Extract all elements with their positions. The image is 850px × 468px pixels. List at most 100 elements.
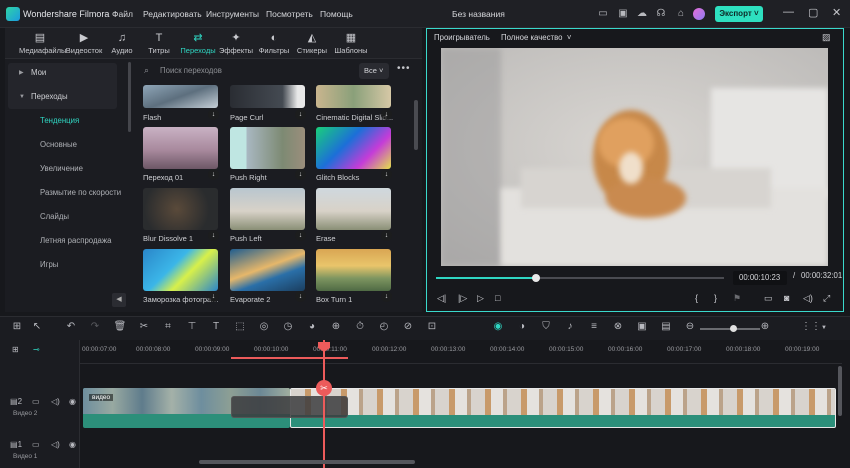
folder-icon[interactable]: ▭ (32, 397, 40, 406)
add-track-icon[interactable]: ⊞ (12, 345, 19, 354)
delete-icon[interactable]: 🗑 (113, 321, 127, 332)
volume-icon[interactable]: ◁) (803, 293, 813, 304)
transition-item[interactable]: ↓ Glitch Blocks (316, 127, 394, 182)
cloud-icon[interactable]: ☁ (636, 8, 648, 20)
mark-out-icon[interactable]: } (714, 293, 717, 303)
layout-icon[interactable]: ⊞ (10, 321, 24, 332)
zoom-in-icon[interactable]: ⊕ (758, 321, 772, 332)
tab-transitions[interactable]: ⇄ Переходы (177, 32, 219, 55)
eye-icon[interactable]: ◉ (69, 397, 76, 406)
snapshot-icon[interactable]: ▨ (822, 32, 831, 43)
maximize-icon[interactable]: ▢ (808, 6, 818, 19)
text-icon[interactable]: ⊤ (185, 321, 199, 332)
split-icon[interactable]: ✂ (316, 380, 332, 396)
transition-item[interactable]: ↓ Переход 01 (143, 127, 221, 182)
play-frame-icon[interactable]: |▷ (458, 293, 467, 304)
tab-media[interactable]: ▤ Медиафайлы (19, 32, 66, 55)
tab-titles[interactable]: T Титры (138, 32, 180, 55)
collapse-panel-button[interactable]: ◀ (112, 293, 126, 307)
current-time[interactable]: 00:00:10:23 (733, 271, 787, 285)
tab-filters[interactable]: ◐ Фильтры (253, 32, 295, 55)
transition-clip[interactable] (231, 396, 348, 418)
undo-icon[interactable]: ↶ (64, 321, 78, 332)
transition-item[interactable]: ↓ Flash (143, 85, 221, 122)
transitions-scrollbar[interactable] (414, 100, 418, 150)
minimize-icon[interactable]: — (783, 6, 794, 18)
link-icon[interactable]: ⊸ (33, 345, 40, 354)
play-icon[interactable]: ▷ (477, 293, 484, 304)
close-icon[interactable]: ✕ (832, 6, 841, 19)
color-icon[interactable]: ◕ (305, 321, 319, 332)
more-options-icon[interactable]: ••• (397, 63, 411, 74)
gift-icon[interactable]: ⌂ (675, 8, 687, 20)
audio-stretch-icon[interactable]: ⊕ (329, 321, 343, 332)
stabilize-icon[interactable]: ⊡ (425, 321, 439, 332)
redo-icon[interactable]: ↷ (88, 321, 102, 332)
transition-item[interactable]: ↓ Blur Dissolve 1 (143, 188, 221, 243)
filter-dropdown[interactable]: Все ˅ (359, 63, 389, 79)
picture-icon[interactable]: ▣ (635, 321, 649, 332)
timeline-vscrollbar[interactable] (838, 366, 842, 416)
avatar[interactable] (693, 8, 705, 20)
menu-file[interactable]: Файл (112, 9, 133, 19)
select-icon[interactable]: ↖ (30, 321, 44, 332)
motion-icon[interactable]: ⊘ (401, 321, 415, 332)
export-button[interactable]: Экспорт ˅ (715, 6, 763, 22)
mark-in-icon[interactable]: { (695, 293, 698, 303)
category-games[interactable]: Игры (8, 255, 128, 275)
transition-item[interactable]: ↓ Push Right (230, 127, 308, 182)
shield-icon[interactable]: ⛉ (539, 321, 553, 332)
progress-knob[interactable] (531, 274, 540, 282)
eye-icon[interactable]: ◉ (69, 440, 76, 449)
subtitle-icon[interactable]: ▤ (659, 321, 673, 332)
category-zoom[interactable]: Увеличение (8, 159, 128, 179)
mute-icon[interactable]: ◁) (51, 440, 60, 449)
headset-icon[interactable]: ☊ (655, 8, 667, 20)
marker-icon[interactable]: ⚑ (733, 293, 741, 304)
tab-stickers[interactable]: ◭ Стикеры (291, 32, 333, 55)
tab-effects[interactable]: ✦ Эффекты (215, 32, 257, 55)
category-trending[interactable]: Тенденция (8, 111, 128, 131)
folder-icon[interactable]: ▭ (32, 440, 40, 449)
timeline-hscrollbar[interactable] (199, 460, 415, 464)
transition-item[interactable]: ↓ Evaporate 2 (230, 249, 308, 304)
transition-item[interactable]: ↓ Page Curl (230, 85, 308, 122)
menu-tools[interactable]: Инструменты (206, 9, 259, 19)
transition-item[interactable]: ↓ Box Turn 1 (316, 249, 394, 304)
category-transitions[interactable]: ▼ Переходы (8, 87, 128, 107)
mask-icon[interactable]: ◎ (257, 321, 271, 332)
duration-icon[interactable]: ◴ (377, 321, 391, 332)
category-speed-blur[interactable]: Размытие по скорости (8, 183, 128, 203)
category-slides[interactable]: Слайды (8, 207, 128, 227)
scissors-icon[interactable]: ✂ (137, 321, 151, 332)
menu-help[interactable]: Помощь (320, 9, 353, 19)
mic-icon[interactable]: ♪ (563, 321, 577, 332)
menu-view[interactable]: Посмотреть (266, 9, 313, 19)
zoom-out-icon[interactable]: ⊖ (683, 321, 697, 332)
transform-icon[interactable]: ⬚ (233, 321, 247, 332)
menu-edit[interactable]: Редактировать (143, 9, 202, 19)
camera-icon[interactable]: ◙ (784, 293, 789, 303)
stop-icon[interactable]: □ (495, 293, 500, 303)
mute-icon[interactable]: ◁) (51, 397, 60, 406)
fullscreen-icon[interactable]: ⤢ (823, 293, 830, 304)
zoom-knob[interactable] (730, 325, 737, 332)
speed-icon[interactable]: ◷ (281, 321, 295, 332)
playhead[interactable] (323, 340, 325, 468)
list-icon[interactable]: ≡ (587, 321, 601, 332)
transition-item[interactable]: ↓ Заморозка фотограф... (143, 249, 221, 304)
category-basic[interactable]: Основные (8, 135, 128, 155)
text-tool-icon[interactable]: T (209, 321, 223, 332)
search-input[interactable]: Поиск переходов (138, 63, 356, 79)
video-clip-selected[interactable] (290, 388, 836, 428)
transition-item[interactable]: ↓ Erase (316, 188, 394, 243)
snap-icon[interactable]: ⊗ (611, 321, 625, 332)
crop-icon[interactable]: ⌗ (161, 321, 175, 332)
quality-dropdown[interactable]: Полное качество ˅ (501, 33, 571, 42)
transition-item[interactable]: ↓ Push Left (230, 188, 308, 243)
render-icon[interactable]: ◉ (491, 321, 505, 332)
tab-templates[interactable]: ▦ Шаблоны (330, 32, 372, 55)
auto-icon[interactable]: ◑ (515, 321, 529, 332)
display-icon[interactable]: ▭ (764, 293, 773, 304)
monitor-icon[interactable]: ▭ (597, 8, 609, 20)
